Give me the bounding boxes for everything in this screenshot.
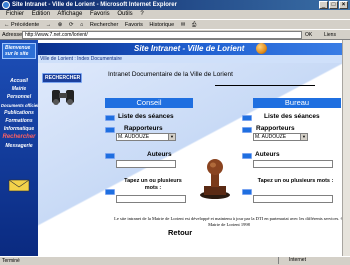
history-button[interactable]: Historique xyxy=(149,22,174,28)
sidebar-item-personnel[interactable]: Personnel xyxy=(1,94,37,101)
maximize-button[interactable]: □ xyxy=(329,1,338,9)
stop-icon[interactable]: ⊗ xyxy=(58,22,63,28)
sidebar-item-formations[interactable]: Formations xyxy=(1,118,37,125)
bureau-seances-link[interactable]: Liste des séances xyxy=(264,113,320,120)
toolbar: ← Précédente → ⊗ ⟳ ⌂ Rechercher Favoris … xyxy=(0,19,350,29)
sidebar-item-informatique[interactable]: Informatique xyxy=(1,126,37,133)
minimize-button[interactable]: _ xyxy=(319,1,328,9)
globe-icon xyxy=(256,43,267,54)
vertical-scrollbar[interactable] xyxy=(342,40,350,256)
mail-icon[interactable]: ✉ xyxy=(181,22,186,28)
conseil-rapporteurs-select[interactable]: M. AUDOUZE xyxy=(116,133,176,141)
menu-edition[interactable]: Edition xyxy=(32,11,50,17)
sidebar-item-rechercher[interactable]: Rechercher xyxy=(1,134,37,141)
sidebar-item-publications[interactable]: Publications xyxy=(1,110,37,117)
conseil-rapporteurs-value: M. AUDOUZE xyxy=(118,134,150,140)
bureau-auteurs-arrow-icon[interactable] xyxy=(242,153,252,159)
site-logo[interactable]: Bienvenue sur le site xyxy=(2,43,36,59)
conseil-keywords-label: Tapez un ou plusieurs mots : xyxy=(124,178,182,191)
intro-text: Intranet Documentaire de la Ville de Lor… xyxy=(108,71,233,78)
bureau-select-caret-icon[interactable]: ▼ xyxy=(300,134,307,140)
status-text: Terminé xyxy=(2,258,20,264)
conseil-auteurs-input[interactable] xyxy=(116,160,176,168)
menubar: Fichier Edition Affichage Favoris Outils… xyxy=(0,10,350,19)
bureau-auteurs-input[interactable] xyxy=(253,160,333,168)
breadcrumb: Ville de Lorient : Index Documentaire xyxy=(38,55,350,63)
rechercher-button[interactable]: RECHERCHER xyxy=(42,73,82,83)
conseil-rapporteurs-arrow-icon[interactable] xyxy=(105,127,115,133)
footer-text: Le site intranet de la Mairie de Lorient… xyxy=(114,216,344,227)
favorites-button[interactable]: Favoris xyxy=(125,22,143,28)
conseil-seances-link[interactable]: Liste des séances xyxy=(118,113,174,120)
conseil-auteurs-arrow-icon[interactable] xyxy=(105,153,115,159)
links-button[interactable]: Liens xyxy=(324,31,350,39)
sidebar-item-messagerie[interactable]: Messagerie xyxy=(1,143,37,150)
page-banner: Site Intranet - Ville de Lorient xyxy=(38,43,350,55)
ie-logo-icon xyxy=(2,1,10,9)
refresh-icon[interactable]: ⟳ xyxy=(69,22,74,28)
sidebar-item-accueil[interactable]: Accueil xyxy=(1,78,37,85)
bureau-rapporteurs-label: Rapporteurs xyxy=(256,125,295,132)
conseil-seances-arrow-icon[interactable] xyxy=(105,115,115,121)
bureau-keywords-arrow-icon[interactable] xyxy=(242,189,252,195)
bureau-keywords-label: Tapez un ou plusieurs mots : xyxy=(257,178,334,184)
bureau-seances-arrow-icon[interactable] xyxy=(242,115,252,121)
stamp-icon xyxy=(200,159,230,199)
print-icon[interactable]: ⎙ xyxy=(192,22,196,28)
conseil-select-caret-icon[interactable]: ▼ xyxy=(168,134,175,140)
go-button[interactable]: OK xyxy=(305,31,321,39)
mail-envelope-icon[interactable] xyxy=(8,178,30,192)
menu-help[interactable]: ? xyxy=(140,11,143,17)
home-icon[interactable]: ⌂ xyxy=(80,22,83,28)
menu-affichage[interactable]: Affichage xyxy=(57,11,82,17)
conseil-keywords-input[interactable] xyxy=(116,195,186,203)
address-label: Adresse xyxy=(2,32,23,38)
divider xyxy=(215,85,315,86)
binoculars-icon xyxy=(52,90,74,105)
bureau-rapporteurs-value: M. AUDOUZE xyxy=(255,134,287,140)
menu-favoris[interactable]: Favoris xyxy=(90,11,110,17)
window-title: Site Intranet - Ville de Lorient - Micro… xyxy=(0,0,350,10)
address-input[interactable]: http://www.7.net.com/lorient/ xyxy=(22,31,302,39)
bureau-auteurs-label: Auteurs xyxy=(255,151,280,158)
bureau-rapporteurs-arrow-icon[interactable] xyxy=(242,127,252,133)
conseil-keywords-arrow-icon[interactable] xyxy=(105,189,115,195)
forward-icon[interactable]: → xyxy=(46,22,52,28)
page-content: Bienvenue sur le site Accueil Mairie Per… xyxy=(0,40,350,256)
conseil-header: Conseil xyxy=(105,98,193,108)
sidebar-item-mairie[interactable]: Mairie xyxy=(1,86,37,93)
sidebar: Bienvenue sur le site Accueil Mairie Per… xyxy=(0,40,41,256)
bureau-keywords-input[interactable] xyxy=(253,195,333,203)
conseil-rapporteurs-label: Rapporteurs xyxy=(124,125,163,132)
back-button[interactable]: ← Précédente xyxy=(4,22,39,28)
menu-fichier[interactable]: Fichier xyxy=(6,11,24,17)
menu-outils[interactable]: Outils xyxy=(117,11,132,17)
search-toolbar-button[interactable]: Rechercher xyxy=(90,22,118,28)
conseil-auteurs-label: Auteurs xyxy=(147,151,172,158)
bureau-header: Bureau xyxy=(253,98,341,108)
security-zone: Internet xyxy=(278,257,348,264)
close-button[interactable]: × xyxy=(339,1,348,9)
sidebar-item-documents[interactable]: Documents officiels xyxy=(1,102,41,109)
